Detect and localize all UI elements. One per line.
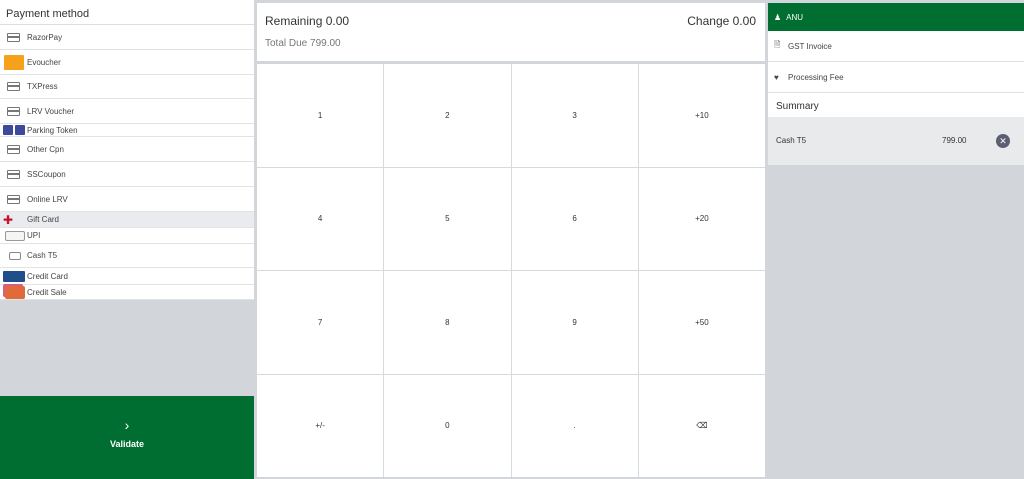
numpad-key-plus10[interactable]: +10: [638, 64, 765, 167]
processing-fee-button[interactable]: ♥ Processing Fee: [768, 62, 1024, 93]
payment-method-label: Credit Sale: [27, 287, 67, 297]
card-icon: [7, 32, 20, 42]
payment-method-label: Evoucher: [27, 57, 61, 67]
payment-method-label: UPI: [27, 231, 41, 240]
payment-method-label: Cash T5: [27, 251, 58, 260]
payment-status: Remaining 0.00 Change 0.00 Total Due 799…: [257, 3, 765, 61]
payment-method-label: SSCoupon: [27, 169, 66, 179]
payment-method-parking-token[interactable]: Parking Token: [0, 124, 254, 137]
gst-invoice-button[interactable]: 🗎 GST Invoice: [768, 31, 1024, 62]
numpad-key-9[interactable]: 9: [511, 271, 638, 374]
token-icon: [3, 125, 25, 135]
payment-method-txpress[interactable]: TXPress: [0, 75, 254, 99]
payment-method-label: Parking Token: [27, 125, 78, 135]
change-amount: Change 0.00: [687, 14, 756, 28]
payment-method-razorpay[interactable]: RazorPay: [0, 25, 254, 50]
payment-method-sscoupon[interactable]: SSCoupon: [0, 162, 254, 187]
gst-invoice-label: GST Invoice: [788, 41, 832, 51]
numpad-key-0[interactable]: 0: [384, 374, 511, 477]
validate-button[interactable]: › Validate: [0, 396, 254, 479]
upi-icon: [5, 230, 25, 241]
numpad-key-3[interactable]: 3: [511, 64, 638, 167]
payment-method-other-cpn[interactable]: Other Cpn: [0, 137, 254, 162]
customer-name: ANU: [786, 12, 804, 22]
payment-method-label: LRV Voucher: [27, 106, 74, 116]
cash-icon: [9, 251, 21, 260]
numpad-key-decimal[interactable]: .: [511, 374, 638, 477]
payment-method-credit-sale[interactable]: Credit Sale: [0, 285, 254, 300]
card-icon: [7, 106, 20, 116]
numpad-key-7[interactable]: 7: [257, 271, 384, 374]
document-icon: 🗎: [774, 40, 781, 49]
remove-line-icon[interactable]: ✕: [996, 134, 1010, 148]
summary-line-name: Cash T5: [776, 136, 807, 145]
customer-button[interactable]: ♟ ANU: [768, 3, 1024, 31]
heart-icon: ♥: [774, 72, 779, 82]
card-icon: [7, 144, 20, 154]
summary-line-amount: 799.00: [942, 136, 967, 145]
validate-label: Validate: [109, 439, 145, 449]
payment-method-cash-t5[interactable]: Cash T5: [0, 244, 254, 268]
numpad-key-2[interactable]: 2: [384, 64, 511, 167]
credit-sale-icon: [5, 285, 25, 299]
payment-method-label: Gift Card: [27, 215, 60, 224]
payment-method-label: Credit Card: [27, 271, 68, 281]
summary-line: Cash T5 799.00 ✕: [768, 117, 1024, 165]
payment-method-panel: Payment method RazorPay Evoucher TXPress…: [0, 0, 254, 479]
payment-method-online-lrv[interactable]: Online LRV: [0, 187, 254, 212]
numpad: 1 2 3 +10 4 5 6 +20 7 8 9 +50 +/- 0 . ⌫: [257, 64, 765, 477]
remaining-amount: Remaining 0.00: [265, 14, 350, 28]
numpad-key-plus20[interactable]: +20: [638, 167, 765, 270]
numpad-key-4[interactable]: 4: [257, 167, 384, 270]
total-due: Total Due 799.00: [265, 38, 341, 49]
payment-method-credit-card[interactable]: Credit Card: [0, 268, 254, 285]
numpad-key-sign[interactable]: +/-: [257, 374, 384, 477]
backspace-icon[interactable]: ⌫: [638, 374, 765, 477]
numpad-key-plus50[interactable]: +50: [638, 271, 765, 374]
voucher-icon: [4, 54, 24, 70]
numpad-key-6[interactable]: 6: [511, 167, 638, 270]
payment-method-label: Online LRV: [27, 194, 68, 204]
payment-method-upi[interactable]: UPI: [0, 228, 254, 244]
payment-method-label: TXPress: [27, 82, 58, 91]
payment-method-list: RazorPay Evoucher TXPress LRV Voucher Pa…: [0, 25, 254, 300]
chevron-right-icon: ›: [124, 417, 130, 433]
order-summary-panel: ♟ ANU 🗎 GST Invoice ♥ Processing Fee Sum…: [768, 3, 1024, 479]
user-icon: ♟: [774, 12, 782, 22]
numpad-key-1[interactable]: 1: [257, 64, 384, 167]
payment-method-label: RazorPay: [27, 32, 63, 42]
gift-card-icon: ✚: [3, 212, 14, 227]
processing-fee-label: Processing Fee: [788, 72, 844, 82]
payment-center-panel: Remaining 0.00 Change 0.00 Total Due 799…: [257, 0, 765, 479]
card-icon: [7, 194, 20, 204]
numpad-key-8[interactable]: 8: [384, 271, 511, 374]
card-icon: [7, 82, 20, 91]
summary-title: Summary: [768, 93, 1024, 117]
payment-method-lrv-voucher[interactable]: LRV Voucher: [0, 99, 254, 124]
payment-method-gift-card[interactable]: ✚ Gift Card: [0, 212, 254, 228]
card-icon: [7, 169, 20, 179]
payment-method-label: Other Cpn: [27, 144, 64, 154]
numpad-key-5[interactable]: 5: [384, 167, 511, 270]
payment-method-evoucher[interactable]: Evoucher: [0, 50, 254, 75]
payment-method-header: Payment method: [0, 0, 254, 25]
credit-card-icon: [3, 270, 25, 282]
